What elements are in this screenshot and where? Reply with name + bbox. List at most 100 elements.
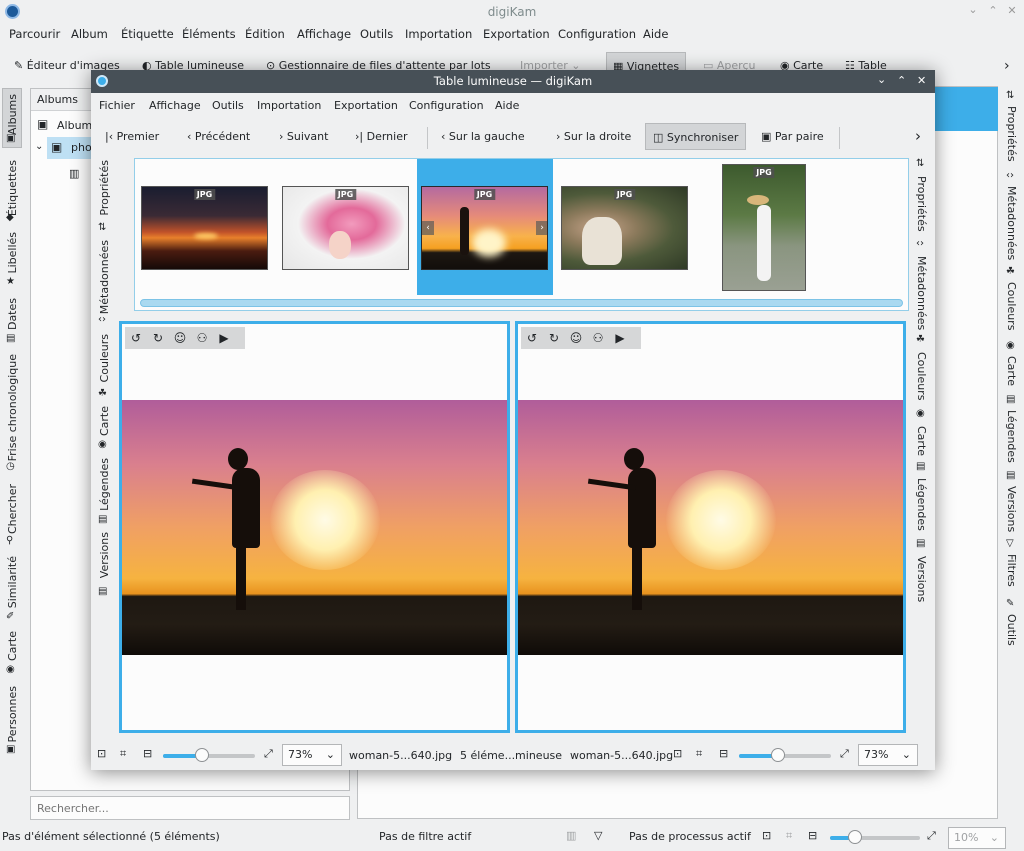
add-person-icon[interactable]: ⚇ bbox=[191, 327, 213, 349]
lt-right-tab-legendes[interactable]: Légendes bbox=[915, 478, 928, 531]
nav-right-icon[interactable]: › bbox=[536, 221, 547, 235]
left-zoom-combo[interactable]: 73% ⌄ bbox=[282, 744, 342, 766]
person-icon[interactable]: ☺ bbox=[565, 327, 587, 349]
play-icon[interactable]: ▶ bbox=[213, 327, 235, 349]
left-zoom-slider[interactable] bbox=[163, 748, 255, 762]
lt-menu-affichage[interactable]: Affichage bbox=[149, 99, 201, 112]
lt-menu-outils[interactable]: Outils bbox=[212, 99, 244, 112]
toolbar-overflow-icon[interactable]: › bbox=[915, 127, 921, 145]
thumbnail-item[interactable]: JPG bbox=[276, 159, 417, 295]
lt-menu-fichier[interactable]: Fichier bbox=[99, 99, 135, 112]
menu-aide[interactable]: Aide bbox=[643, 27, 668, 41]
first-button[interactable]: |‹ Premier bbox=[105, 125, 159, 149]
thumbnail-scrollbar[interactable] bbox=[140, 299, 903, 307]
sync-button[interactable]: ◫ Synchroniser bbox=[645, 123, 747, 150]
left-tab-dates[interactable]: Dates bbox=[6, 298, 19, 330]
menu-exportation[interactable]: Exportation bbox=[483, 27, 550, 41]
minimize-icon[interactable]: ⌄ bbox=[877, 73, 886, 86]
lt-menu-aide[interactable]: Aide bbox=[495, 99, 519, 112]
thumbnail-item[interactable]: JPG bbox=[694, 159, 835, 295]
lt-menu-importation[interactable]: Importation bbox=[257, 99, 321, 112]
rotate-right-icon[interactable]: ↻ bbox=[543, 327, 565, 349]
nav-left-icon[interactable]: ‹ bbox=[422, 221, 434, 235]
add-person-icon[interactable]: ⚇ bbox=[587, 327, 609, 349]
menu-configuration[interactable]: Configuration bbox=[558, 27, 636, 41]
zoom-out-icon[interactable]: ⊟ bbox=[719, 747, 728, 760]
lt-right-tab-versions[interactable]: Versions bbox=[915, 556, 928, 602]
menu-affichage[interactable]: Affichage bbox=[297, 27, 351, 41]
close-icon[interactable]: ✕ bbox=[1005, 4, 1019, 17]
menu-importation[interactable]: Importation bbox=[405, 27, 472, 41]
zoom-100-icon[interactable]: ⌗ bbox=[696, 747, 702, 761]
thumbnail-item[interactable]: JPG bbox=[553, 159, 694, 295]
right-zoom-slider[interactable] bbox=[739, 748, 831, 762]
right-tab-versions[interactable]: Versions bbox=[1005, 486, 1018, 532]
trash-icon[interactable]: ▥ bbox=[566, 829, 576, 842]
minimize-icon[interactable]: ⌄ bbox=[966, 3, 980, 16]
left-tab-etiquettes[interactable]: Étiquettes bbox=[6, 160, 19, 216]
menu-etiquette[interactable]: Étiquette bbox=[121, 27, 174, 41]
person-icon[interactable]: ☺ bbox=[169, 327, 191, 349]
menu-album[interactable]: Album bbox=[71, 27, 108, 41]
expand-icon[interactable]: ⌄ bbox=[35, 141, 43, 152]
rotate-left-icon[interactable]: ↺ bbox=[125, 327, 147, 349]
zoom-out-icon[interactable]: ⊟ bbox=[808, 829, 817, 842]
zoom-100-icon[interactable]: ⌗ bbox=[786, 829, 792, 843]
lt-menu-configuration[interactable]: Configuration bbox=[409, 99, 484, 112]
zoom-fit-icon[interactable]: ⊡ bbox=[762, 829, 771, 842]
left-tab-personnes[interactable]: Personnes bbox=[6, 686, 19, 742]
zoom-100-icon[interactable]: ⌗ bbox=[120, 747, 126, 761]
zoom-fit-icon[interactable]: ⊡ bbox=[673, 747, 682, 760]
by-pair-button[interactable]: ▣ Par paire bbox=[761, 125, 824, 149]
zoom-in-icon[interactable]: ⤢ bbox=[840, 747, 849, 761]
menu-parcourir[interactable]: Parcourir bbox=[9, 27, 60, 41]
menu-edition[interactable]: Édition bbox=[245, 27, 285, 41]
main-zoom-combo[interactable]: 10% ⌄ bbox=[948, 827, 1006, 849]
next-button[interactable]: › Suivant bbox=[279, 125, 328, 149]
left-tab-carte[interactable]: Carte bbox=[6, 631, 19, 661]
lt-right-tab-proprietes[interactable]: Propriétés bbox=[915, 176, 928, 232]
previous-button[interactable]: ‹ Précédent bbox=[187, 125, 250, 149]
play-icon[interactable]: ▶ bbox=[609, 327, 631, 349]
maximize-icon[interactable]: ⌃ bbox=[897, 74, 906, 87]
left-tab-libelles[interactable]: Libellés bbox=[6, 232, 19, 274]
lt-right-tab-carte[interactable]: Carte bbox=[915, 426, 928, 456]
lt-left-tab-couleurs[interactable]: Couleurs bbox=[98, 334, 111, 382]
filter-icon[interactable]: ▽ bbox=[594, 829, 602, 842]
right-tab-legendes[interactable]: Légendes bbox=[1005, 410, 1018, 463]
search-input[interactable] bbox=[30, 796, 350, 820]
right-tab-proprietes[interactable]: Propriétés bbox=[1005, 106, 1018, 162]
zoom-out-icon[interactable]: ⊟ bbox=[143, 747, 152, 760]
zoom-in-icon[interactable]: ⤢ bbox=[264, 747, 273, 761]
right-zoom-combo[interactable]: 73% ⌄ bbox=[858, 744, 918, 766]
main-zoom-slider-knob[interactable] bbox=[848, 830, 862, 844]
menu-outils[interactable]: Outils bbox=[360, 27, 393, 41]
lt-left-tab-proprietes[interactable]: Propriétés bbox=[98, 160, 111, 216]
left-preview-pane[interactable]: ↺ ↻ ☺ ⚇ ▶ bbox=[119, 321, 510, 733]
thumbnail-item[interactable]: JPG bbox=[135, 159, 276, 295]
right-preview-pane[interactable]: ↺ ↻ ☺ ⚇ ▶ bbox=[515, 321, 906, 733]
main-zoom-slider[interactable] bbox=[830, 830, 920, 844]
last-button[interactable]: ›| Dernier bbox=[355, 125, 408, 149]
lt-left-tab-versions[interactable]: Versions bbox=[98, 532, 111, 578]
right-tab-metadonnees[interactable]: Métadonnées bbox=[1005, 186, 1018, 260]
lt-left-tab-carte[interactable]: Carte bbox=[98, 406, 111, 436]
left-tab-frise[interactable]: Frise chronologique bbox=[6, 354, 19, 461]
rotate-right-icon[interactable]: ↻ bbox=[147, 327, 169, 349]
right-tab-filtres[interactable]: Filtres bbox=[1005, 554, 1018, 587]
lt-left-tab-metadonnees[interactable]: Métadonnées bbox=[98, 240, 111, 314]
left-tab-chercher[interactable]: Chercher bbox=[6, 484, 19, 534]
menu-elements[interactable]: Éléments bbox=[182, 27, 236, 41]
rotate-left-icon[interactable]: ↺ bbox=[521, 327, 543, 349]
right-zoom-slider-knob[interactable] bbox=[771, 748, 785, 762]
lt-left-tab-legendes[interactable]: Légendes bbox=[98, 458, 111, 511]
thumbnail-item-selected[interactable]: JPG ‹ › bbox=[417, 159, 553, 295]
maximize-icon[interactable]: ⌃ bbox=[986, 4, 1000, 17]
right-tab-carte[interactable]: Carte bbox=[1005, 356, 1018, 386]
left-tab-similarite[interactable]: Similarité bbox=[6, 556, 19, 608]
left-zoom-slider-knob[interactable] bbox=[195, 748, 209, 762]
zoom-in-icon[interactable]: ⤢ bbox=[927, 829, 936, 843]
lt-right-tab-metadonnees[interactable]: Métadonnées bbox=[915, 256, 928, 330]
right-tab-outils[interactable]: Outils bbox=[1005, 614, 1018, 646]
zoom-fit-icon[interactable]: ⊡ bbox=[97, 747, 106, 760]
